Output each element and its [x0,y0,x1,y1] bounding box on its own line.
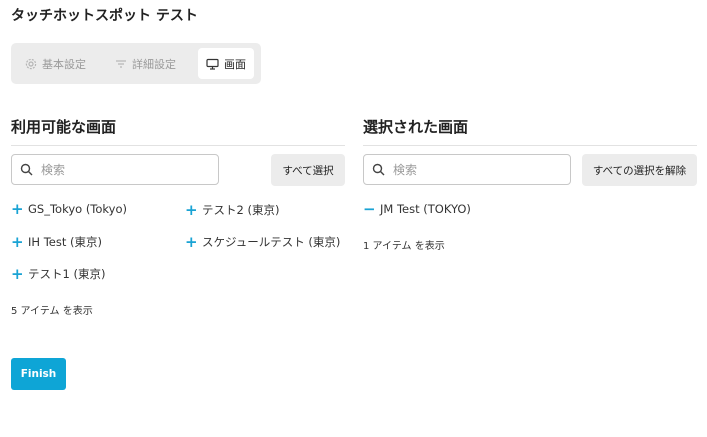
plus-icon[interactable]: + [11,267,24,282]
available-list-item[interactable]: + IH Test (東京) [11,234,102,250]
available-list-item[interactable]: + テスト1 (東京) [11,266,105,282]
tab-label: 基本設定 [42,57,86,71]
available-screens-panel: 利用可能な画面 すべて選択 + GS_Tokyo (Tokyo) + テスト2 … [11,116,345,317]
page-title: タッチホットスポット テスト [11,8,198,24]
available-heading: 利用可能な画面 [11,116,345,146]
selected-screens-panel: 選択された画面 すべての選択を解除 − JM Test (TOKYO) 1 アイ… [363,116,697,252]
plus-icon[interactable]: + [11,235,24,250]
search-icon [20,163,33,176]
plus-icon[interactable]: + [185,203,198,218]
available-search-box[interactable] [11,154,219,185]
gear-icon [25,58,37,69]
tab-advanced-settings[interactable]: 詳細設定 [115,48,176,79]
deselect-all-button[interactable]: すべての選択を解除 [582,154,697,186]
filter-icon [116,59,126,68]
available-list-item[interactable]: + GS_Tokyo (Tokyo) [11,202,127,217]
tab-label: 詳細設定 [132,57,176,71]
finish-button[interactable]: Finish [11,358,66,390]
selected-list-item[interactable]: − JM Test (TOKYO) [363,202,471,217]
plus-icon[interactable]: + [185,235,198,250]
selected-heading: 選択された画面 [363,116,697,146]
available-list-item[interactable]: + テスト2 (東京) [185,202,279,218]
selected-search-box[interactable] [363,154,571,185]
tab-bar: 基本設定 詳細設定 画面 [11,43,261,84]
tab-basic-settings[interactable]: 基本設定 [25,48,86,79]
available-search-input[interactable] [39,161,213,178]
selected-count: 1 アイテム を表示 [363,241,445,252]
available-list-item[interactable]: + スケジュールテスト (東京) [185,234,340,250]
search-icon [372,163,385,176]
select-all-button[interactable]: すべて選択 [271,154,345,186]
plus-icon[interactable]: + [11,202,24,217]
available-count: 5 アイテム を表示 [11,306,93,317]
monitor-icon [206,58,219,70]
selected-search-input[interactable] [391,161,565,178]
tab-label: 画面 [224,57,246,71]
minus-icon[interactable]: − [363,202,376,217]
tab-screens[interactable]: 画面 [198,48,254,79]
